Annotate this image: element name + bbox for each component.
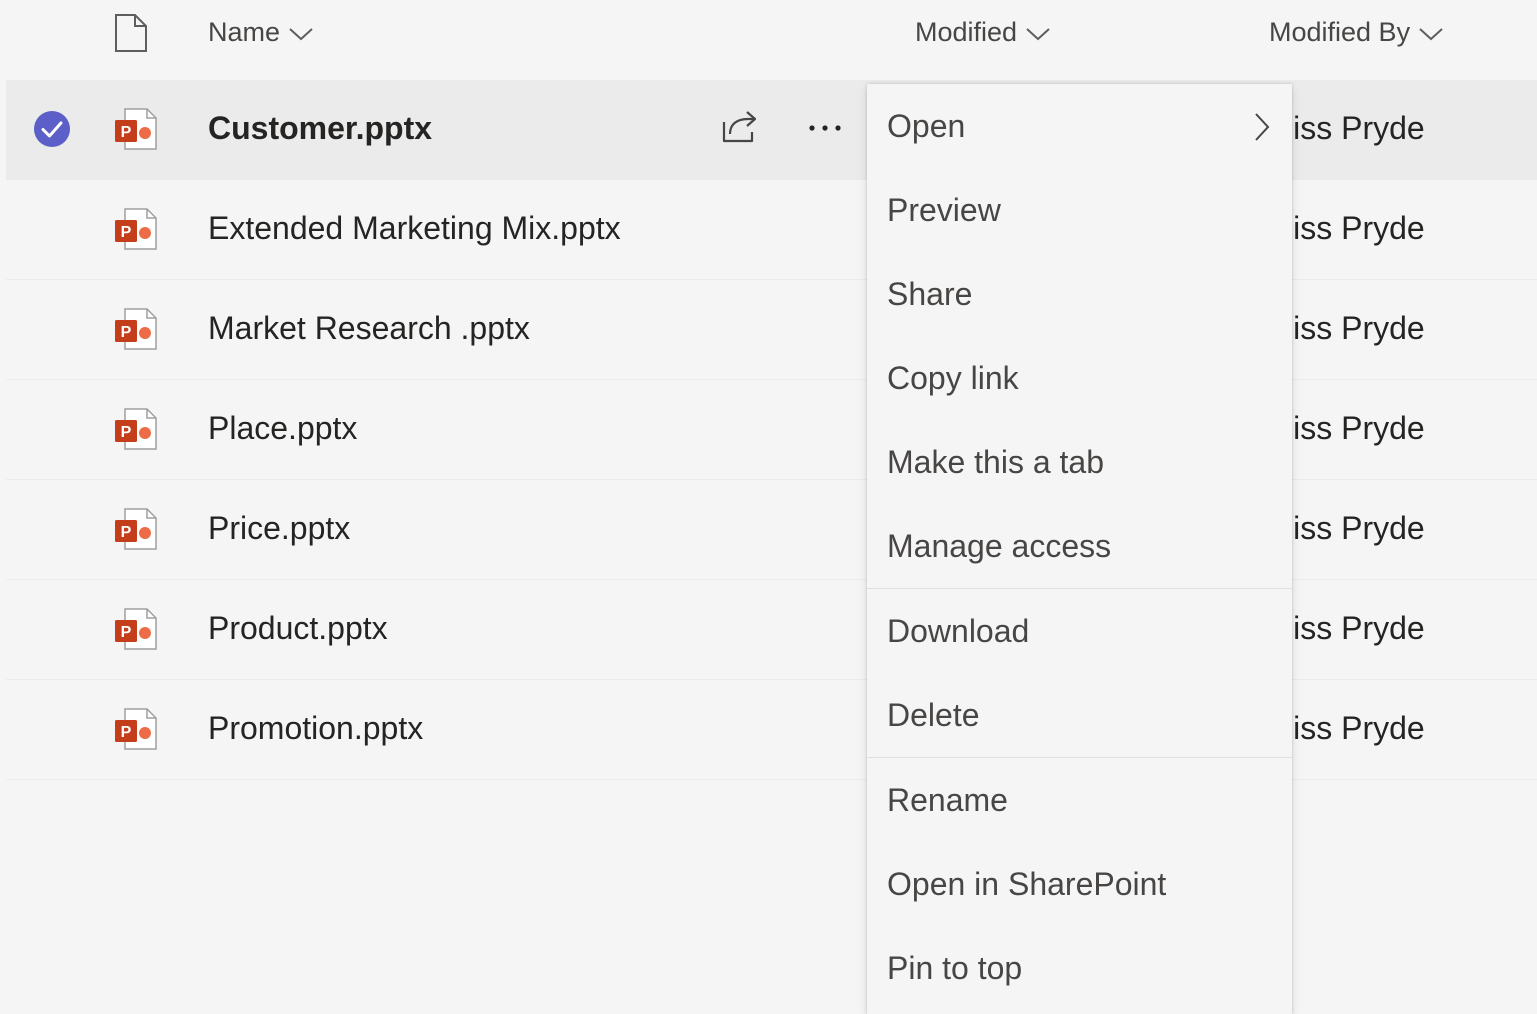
menu-item-label: Share xyxy=(887,275,973,312)
menu-item-download[interactable]: Download xyxy=(867,589,1292,673)
menu-item-rename[interactable]: Rename xyxy=(867,758,1292,842)
file-row[interactable]: P Place.pptx liss Pryde xyxy=(6,380,1537,480)
file-name[interactable]: Customer.pptx xyxy=(208,110,432,147)
column-header-name[interactable]: Name xyxy=(208,14,314,50)
column-header-modified-label: Modified xyxy=(915,16,1018,47)
powerpoint-file-icon: P xyxy=(115,608,157,650)
menu-item-label: Open xyxy=(887,107,966,144)
menu-item-label: Download xyxy=(887,612,1030,649)
document-icon[interactable] xyxy=(113,13,149,53)
file-row[interactable]: P Price.pptx liss Pryde xyxy=(6,480,1537,580)
menu-item-label: Rename xyxy=(887,781,1008,818)
modified-by: liss Pryde xyxy=(1286,610,1425,646)
modified-by: liss Pryde xyxy=(1286,110,1425,146)
powerpoint-file-icon: P xyxy=(115,708,157,750)
checkmark-circle-icon[interactable] xyxy=(33,110,71,148)
menu-item-label: Pin to top xyxy=(887,949,1023,986)
menu-item-label: Open in SharePoint xyxy=(887,865,1167,902)
file-list-header: Name Modified Modified By xyxy=(0,0,1537,80)
file-row[interactable]: P Product.pptx liss Pryde xyxy=(6,580,1537,680)
powerpoint-file-icon: P xyxy=(115,208,157,250)
file-name[interactable]: Price.pptx xyxy=(208,510,350,547)
file-row[interactable]: P Promotion.pptx liss Pryde xyxy=(6,680,1537,780)
menu-item-open[interactable]: Open xyxy=(867,84,1292,168)
menu-item-label: Delete xyxy=(887,696,980,733)
file-list: P Customer.pptx liss Pryde P Extended Ma… xyxy=(6,80,1537,780)
powerpoint-file-icon: P xyxy=(115,108,157,150)
chevron-down-icon xyxy=(1419,28,1443,41)
menu-item-pin-to-top[interactable]: Pin to top xyxy=(867,926,1292,1010)
menu-item-copy-link[interactable]: Copy link xyxy=(867,336,1292,420)
menu-item-delete[interactable]: Delete xyxy=(867,673,1292,757)
chevron-right-icon xyxy=(1255,113,1270,141)
menu-item-make-tab[interactable]: Make this a tab xyxy=(867,420,1292,504)
menu-item-label: Preview xyxy=(887,191,1001,228)
powerpoint-file-icon: P xyxy=(115,408,157,450)
file-name[interactable]: Extended Marketing Mix.pptx xyxy=(208,210,621,247)
file-name[interactable]: Place.pptx xyxy=(208,410,357,447)
file-name[interactable]: Market Research .pptx xyxy=(208,310,530,347)
chevron-down-icon xyxy=(1026,28,1050,41)
svg-text:P: P xyxy=(121,624,132,641)
menu-item-label: Make this a tab xyxy=(887,443,1104,480)
svg-text:P: P xyxy=(121,724,132,741)
menu-item-preview[interactable]: Preview xyxy=(867,168,1292,252)
file-row[interactable]: P Market Research .pptx liss Pryde xyxy=(6,280,1537,380)
modified-by: liss Pryde xyxy=(1286,710,1425,746)
context-menu: Open Preview Share Copy link Make this a… xyxy=(867,84,1292,1014)
menu-item-manage-access[interactable]: Manage access xyxy=(867,504,1292,588)
column-header-modified[interactable]: Modified xyxy=(915,14,1051,50)
svg-text:P: P xyxy=(121,224,132,241)
column-header-name-label: Name xyxy=(208,16,281,47)
file-row[interactable]: P Customer.pptx liss Pryde xyxy=(6,80,1537,180)
svg-text:P: P xyxy=(121,324,132,341)
column-header-modified-by-label: Modified By xyxy=(1269,16,1411,47)
file-row[interactable]: P Extended Marketing Mix.pptx liss Pryde xyxy=(6,180,1537,280)
powerpoint-file-icon: P xyxy=(115,508,157,550)
menu-item-label: Manage access xyxy=(887,527,1112,564)
menu-item-label: Copy link xyxy=(887,359,1019,396)
menu-item-open-in-sharepoint[interactable]: Open in SharePoint xyxy=(867,842,1292,926)
file-name[interactable]: Product.pptx xyxy=(208,610,388,647)
modified-by: liss Pryde xyxy=(1286,510,1425,546)
share-icon[interactable] xyxy=(718,108,760,146)
column-header-modified-by[interactable]: Modified By xyxy=(1269,14,1444,50)
modified-by: liss Pryde xyxy=(1286,410,1425,446)
more-options-icon[interactable] xyxy=(804,108,846,148)
svg-text:P: P xyxy=(121,424,132,441)
modified-by: liss Pryde xyxy=(1286,210,1425,246)
svg-text:P: P xyxy=(121,524,132,541)
modified-by: liss Pryde xyxy=(1286,310,1425,346)
chevron-down-icon xyxy=(289,28,313,41)
powerpoint-file-icon: P xyxy=(115,308,157,350)
menu-item-share[interactable]: Share xyxy=(867,252,1292,336)
svg-text:P: P xyxy=(121,124,132,141)
file-name[interactable]: Promotion.pptx xyxy=(208,710,423,747)
